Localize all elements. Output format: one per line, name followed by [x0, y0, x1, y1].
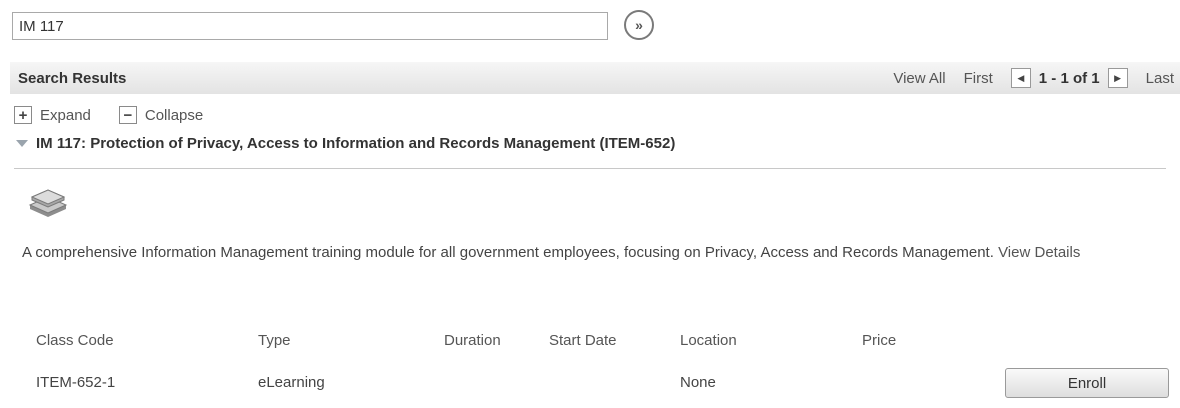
- col-header-start-date: Start Date: [549, 332, 617, 349]
- search-results-header: Search Results View All First ◀ 1 - 1 of…: [10, 62, 1180, 94]
- first-page-link[interactable]: First: [964, 70, 993, 87]
- view-details-link[interactable]: View Details: [998, 244, 1080, 261]
- divider: [14, 168, 1166, 169]
- prev-page-icon[interactable]: ◀: [1010, 68, 1031, 88]
- page-count: 1 - 1 of 1: [1038, 69, 1100, 87]
- collapse-triangle-icon[interactable]: [16, 140, 28, 147]
- col-header-price: Price: [862, 332, 897, 349]
- search-go-button[interactable]: »: [624, 10, 654, 40]
- book-stack-icon: [28, 189, 68, 217]
- enroll-button[interactable]: Enroll: [1005, 368, 1169, 398]
- expand-link[interactable]: Expand: [40, 107, 91, 124]
- next-page-icon[interactable]: ▶: [1107, 68, 1128, 88]
- view-all-link[interactable]: View All: [893, 70, 945, 87]
- item-description: A comprehensive Information Management t…: [22, 244, 1172, 262]
- collapse-link[interactable]: Collapse: [145, 107, 203, 124]
- cell-location: None: [680, 374, 716, 391]
- col-header-type: Type: [258, 332, 291, 349]
- cell-class-code: ITEM-652-1: [36, 374, 116, 391]
- search-results-title: Search Results: [18, 69, 127, 87]
- col-header-class-code: Class Code: [36, 332, 114, 349]
- item-description-text: A comprehensive Information Management t…: [22, 244, 994, 261]
- item-title: IM 117: Protection of Privacy, Access to…: [36, 135, 676, 152]
- plus-box-icon[interactable]: +: [14, 106, 32, 124]
- col-header-location: Location: [680, 332, 737, 349]
- search-results-page: » Search Results View All First ◀ 1 - 1 …: [0, 0, 1180, 408]
- minus-box-icon[interactable]: −: [118, 106, 137, 124]
- search-input[interactable]: [12, 12, 608, 40]
- pager: View All First ◀ 1 - 1 of 1 ▶ Last: [893, 68, 1180, 88]
- go-arrow-icon: »: [635, 17, 643, 33]
- cell-type: eLearning: [258, 374, 325, 391]
- item-header[interactable]: IM 117: Protection of Privacy, Access to…: [16, 135, 675, 152]
- last-page-link[interactable]: Last: [1146, 70, 1174, 87]
- col-header-duration: Duration: [444, 332, 501, 349]
- expand-collapse-controls: + Expand − Collapse: [14, 106, 203, 124]
